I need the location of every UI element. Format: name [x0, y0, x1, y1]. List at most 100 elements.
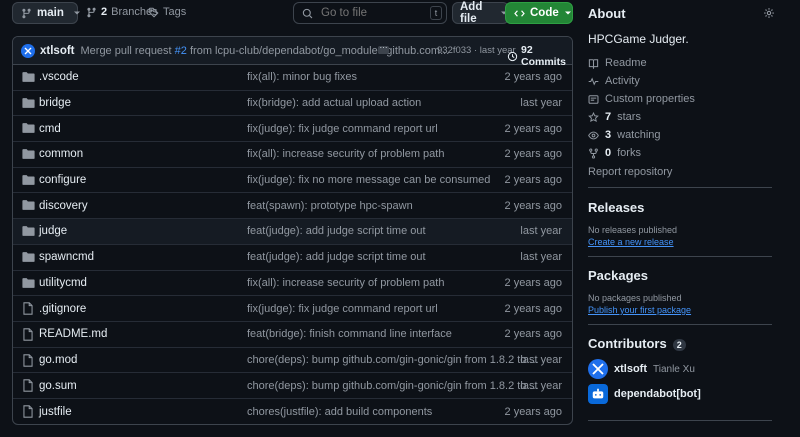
history-icon	[507, 51, 518, 62]
file-commit-message[interactable]: feat(bridge): finish command line interf…	[247, 328, 452, 340]
file-name-link[interactable]: justfile	[39, 406, 72, 418]
file-name-link[interactable]: utilitycmd	[39, 277, 87, 289]
folder-icon	[22, 148, 35, 160]
file-commit-message[interactable]: fix(bridge): add actual upload action	[247, 97, 421, 109]
commit-message[interactable]: Merge pull request #2 from lcpu-club/dep…	[81, 45, 450, 57]
file-name-link[interactable]: configure	[39, 174, 86, 186]
contributors-heading[interactable]: Contributors 2	[588, 336, 686, 351]
file-commit-message[interactable]: fix(judge): fix judge command report url	[247, 123, 438, 135]
packages-heading[interactable]: Packages	[588, 268, 648, 283]
commit-hash: 932f033	[437, 45, 472, 56]
note-icon	[588, 94, 599, 105]
file-name-link[interactable]: bridge	[39, 97, 71, 109]
contributor-item[interactable]: dependabot[bot]	[588, 384, 701, 404]
report-label: Report repository	[588, 166, 673, 178]
watchers-link[interactable]: 3 watching	[588, 129, 661, 141]
table-row[interactable]: configure fix(judge): fix no more message…	[13, 168, 572, 194]
table-row[interactable]: README.md feat(bridge): finish command li…	[13, 322, 572, 348]
book-icon	[588, 58, 599, 69]
file-commit-age: 2 years ago	[504, 276, 562, 289]
bot-avatar[interactable]	[588, 384, 608, 404]
file-name-link[interactable]: go.sum	[39, 380, 77, 392]
table-row[interactable]: spawncmd feat(judge): add judge script ti…	[13, 245, 572, 271]
file-name-link[interactable]: common	[39, 148, 83, 160]
forks-count: 0	[605, 147, 612, 159]
table-row[interactable]: cmd fix(judge): fix judge command report …	[13, 116, 572, 143]
forks-link[interactable]: 0 forks	[588, 147, 641, 159]
create-release-link[interactable]: Create a new release	[588, 237, 674, 247]
file-commit-message[interactable]: fix(judge): fix no more message can be c…	[247, 174, 490, 186]
watching-label: watching	[617, 129, 661, 141]
file-commit-message[interactable]: chore(deps): bump github.com/gin-gonic/g…	[247, 380, 539, 392]
file-name-link[interactable]: spawncmd	[39, 251, 94, 263]
table-row[interactable]: judge feat(judge): add judge script time …	[13, 219, 572, 245]
commit-message-prefix: Merge pull request	[80, 44, 175, 57]
tag-icon	[148, 7, 159, 18]
contributors-title: Contributors	[588, 336, 667, 351]
branch-selector[interactable]: main	[12, 2, 81, 24]
table-row[interactable]: utilitycmd fix(all): increase security of…	[13, 271, 572, 297]
file-commit-message[interactable]: feat(spawn): prototype hpc-spawn	[247, 200, 413, 212]
gear-icon[interactable]	[763, 7, 775, 19]
code-button[interactable]: Code	[505, 2, 573, 24]
branch-icon	[21, 8, 32, 19]
commit-pr-link[interactable]: #2	[175, 45, 187, 57]
file-name-link[interactable]: discovery	[39, 200, 88, 212]
file-commit-message[interactable]: chores(justfile): add build components	[247, 406, 432, 418]
code-icon	[514, 8, 525, 19]
file-name-link[interactable]: judge	[39, 225, 67, 237]
table-row[interactable]: justfile chores(justfile): add build comp…	[13, 399, 572, 424]
contributor-name: Tianle Xu	[653, 363, 695, 375]
file-commit-message[interactable]: fix(all): minor bug fixes	[247, 71, 357, 83]
readme-label: Readme	[605, 57, 647, 69]
table-row[interactable]: common fix(all): increase security of pro…	[13, 142, 572, 168]
releases-heading[interactable]: Releases	[588, 200, 644, 215]
file-commit-message[interactable]: feat(judge): add judge script time out	[247, 225, 426, 237]
file-commit-message[interactable]: feat(judge): add judge script time out	[247, 251, 426, 263]
file-name-link[interactable]: README.md	[39, 328, 107, 340]
author-avatar[interactable]	[21, 43, 35, 58]
activity-link[interactable]: Activity	[588, 75, 640, 87]
branches-count: 2	[101, 6, 108, 18]
commit-hash-age[interactable]: 932f033 · last year	[437, 45, 516, 56]
stars-label: stars	[617, 111, 641, 123]
report-repository-link[interactable]: Report repository	[588, 166, 672, 178]
avatar[interactable]	[588, 359, 608, 379]
contributors-count: 2	[672, 338, 686, 351]
contributor-item[interactable]: xtlsoft Tianle Xu	[588, 359, 695, 379]
table-row[interactable]: .vscode fix(all): minor bug fixes 2 years …	[13, 65, 572, 91]
table-row[interactable]: .gitignore fix(judge): fix judge command …	[13, 296, 572, 322]
branches-link[interactable]: 2 Branches	[86, 6, 158, 18]
file-commit-message[interactable]: fix(judge): fix judge command report url	[247, 303, 438, 315]
file-commit-message[interactable]: fix(all): increase security of problem p…	[247, 148, 444, 160]
folder-icon	[22, 251, 35, 263]
file-commit-message[interactable]: fix(all): increase security of problem p…	[247, 277, 444, 289]
stars-link[interactable]: 7 stars	[588, 111, 641, 123]
tags-link[interactable]: Tags	[148, 6, 186, 18]
file-icon	[22, 379, 34, 392]
file-commit-age: 2 years ago	[504, 405, 562, 418]
go-to-file-search[interactable]: t	[293, 2, 447, 24]
file-commit-message[interactable]: chore(deps): bump github.com/gin-gonic/g…	[247, 354, 539, 366]
table-row[interactable]: discovery feat(spawn): prototype hpc-spaw…	[13, 193, 572, 220]
folder-icon	[22, 199, 35, 211]
go-to-file-input[interactable]	[321, 7, 421, 19]
table-row[interactable]: go.mod chore(deps): bump github.com/gin-g…	[13, 348, 572, 374]
add-file-button[interactable]: Add file	[452, 1, 509, 25]
stars-count: 7	[605, 111, 612, 123]
readme-link[interactable]: Readme	[588, 57, 647, 69]
file-name-link[interactable]: go.mod	[39, 354, 77, 366]
publish-package-link[interactable]: Publish your first package	[588, 305, 691, 315]
file-name-link[interactable]: .gitignore	[39, 303, 86, 315]
file-name-link[interactable]: .vscode	[39, 71, 79, 83]
file-name-link[interactable]: cmd	[39, 123, 61, 135]
table-row[interactable]: bridge fix(bridge): add actual upload act…	[13, 91, 572, 117]
custom-properties-link[interactable]: Custom properties	[588, 93, 695, 105]
fork-icon	[588, 147, 599, 159]
chevron-down-icon	[73, 9, 81, 17]
sidebar-divider	[588, 187, 772, 188]
commit-author[interactable]: xtlsoft	[40, 45, 75, 57]
expand-commit-button[interactable]: ···	[378, 44, 389, 54]
table-row[interactable]: go.sum chore(deps): bump github.com/gin-g…	[13, 373, 572, 399]
sidebar-divider	[588, 324, 772, 325]
